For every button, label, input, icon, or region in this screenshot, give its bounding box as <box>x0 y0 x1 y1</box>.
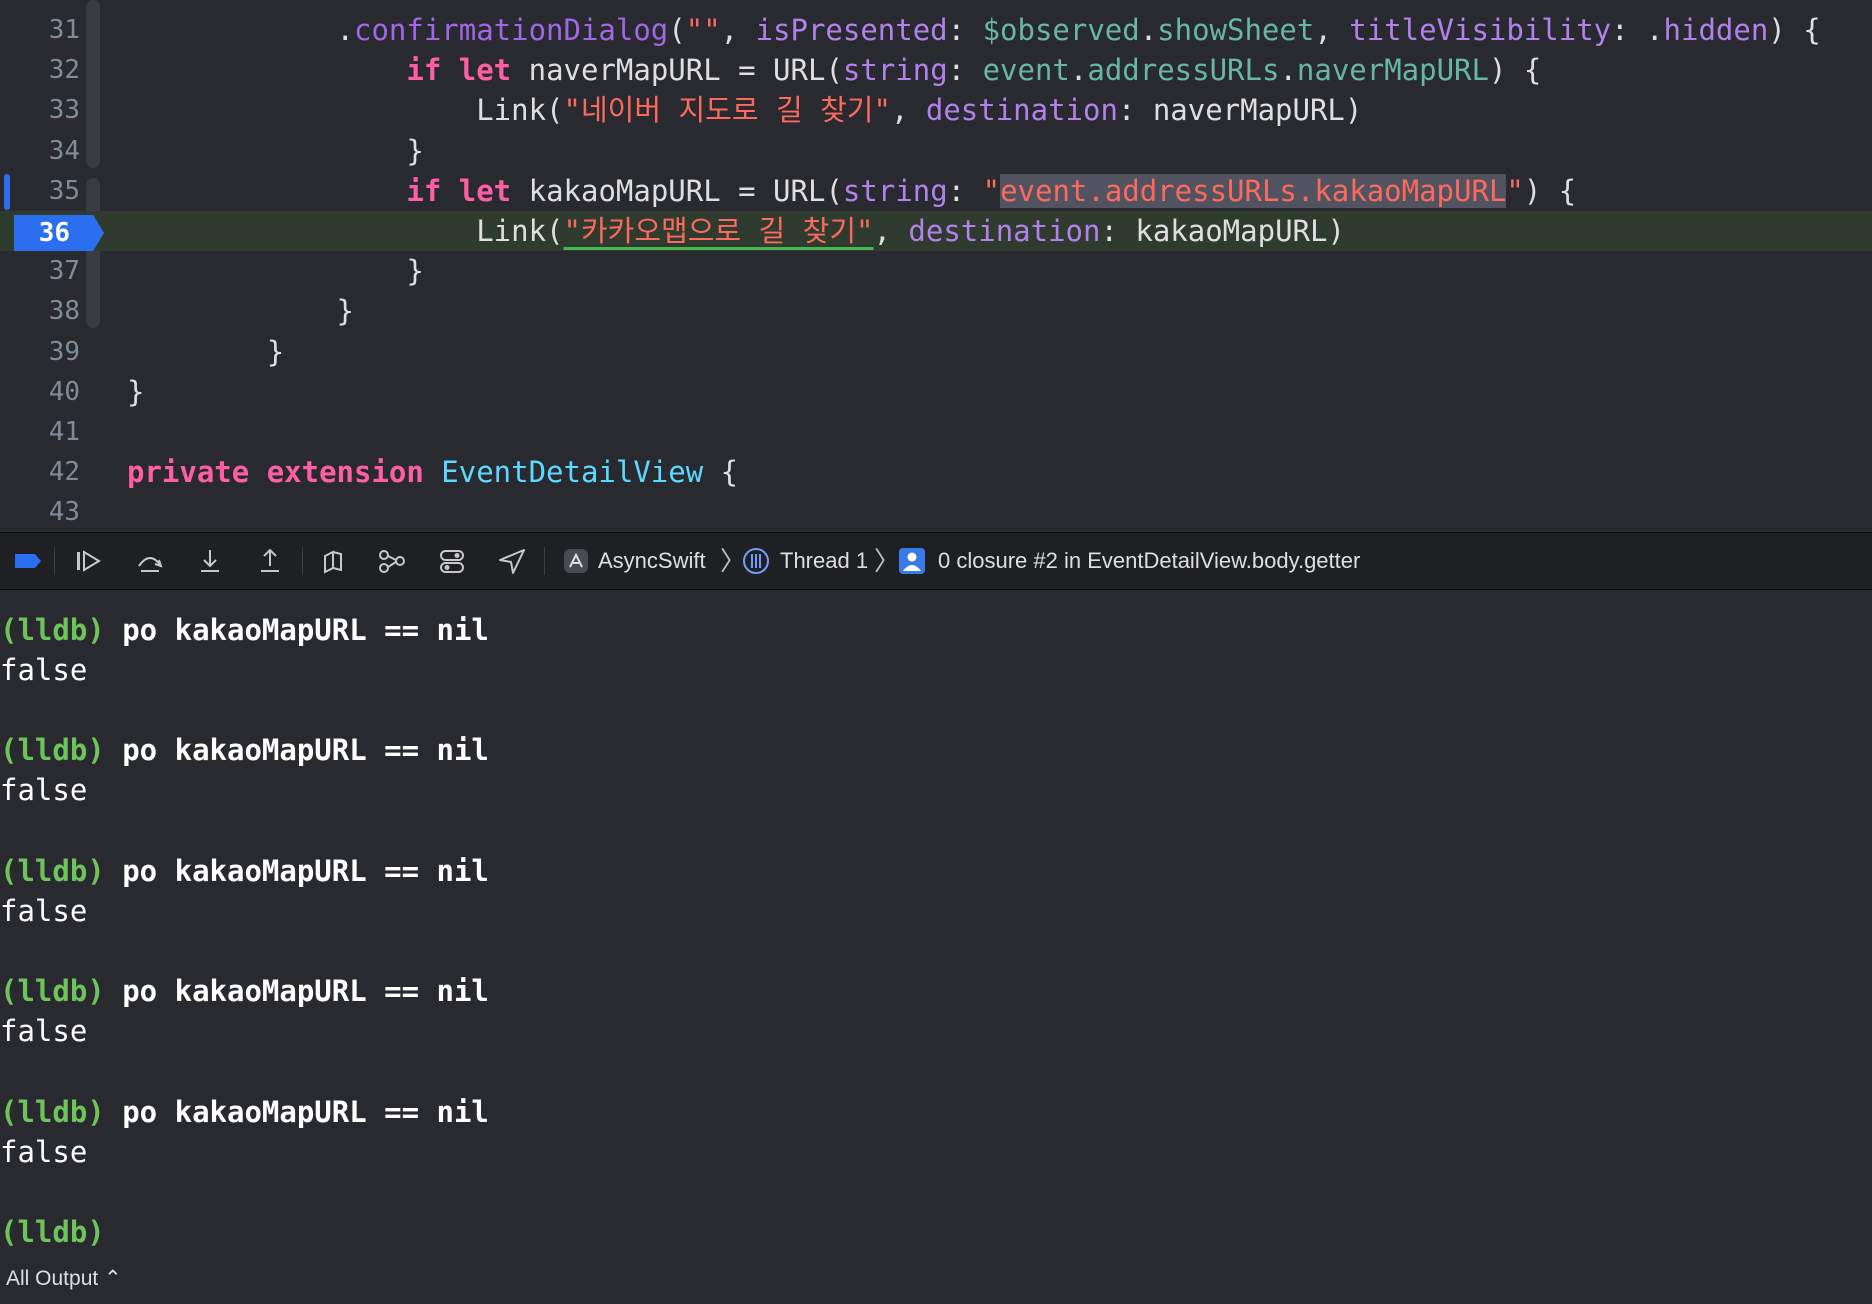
stack-frame-icon <box>898 547 926 575</box>
continue-icon[interactable] <box>72 545 104 577</box>
lldb-console[interactable]: (lldb) po kakaoMapURL == nil false (lldb) … <box>0 590 1872 1254</box>
code-text[interactable]: if let naverMapURL = URL(string: event.a… <box>127 50 1541 90</box>
chevron-right-icon: 〉 <box>874 546 901 576</box>
step-into-icon[interactable] <box>194 545 226 577</box>
app-target-icon <box>562 547 590 575</box>
line-number[interactable]: 34 <box>0 131 80 171</box>
simulate-location-icon[interactable] <box>496 545 528 577</box>
divider <box>544 547 545 575</box>
code-line[interactable]: 33 Link("네이버 지도로 길 찾기", destination: nav… <box>0 90 1872 130</box>
code-line[interactable]: 31 .confirmationDialog("", isPresented: … <box>0 10 1872 50</box>
console-output: false <box>0 893 88 928</box>
code-text[interactable]: private extension EventDetailView { <box>127 452 738 492</box>
console-command: (lldb) po kakaoMapURL == nil <box>0 1092 489 1132</box>
line-number[interactable]: 31 <box>0 10 80 50</box>
lldb-prompt: (lldb) <box>0 974 105 1009</box>
code-text[interactable]: Link("카카오맵으로 길 찾기", destination: kakaoMa… <box>127 211 1345 251</box>
code-line[interactable]: 39 } <box>0 332 1872 372</box>
divider <box>54 547 55 575</box>
code-line[interactable]: 42 private extension EventDetailView { <box>0 452 1872 492</box>
current-line-indicator[interactable]: 36 <box>14 215 104 251</box>
view-hierarchy-icon[interactable] <box>318 545 350 577</box>
line-number[interactable]: 39 <box>0 332 80 372</box>
code-text[interactable]: } <box>127 131 423 171</box>
command-text: po kakaoMapURL == nil <box>104 1094 489 1129</box>
line-number[interactable]: 43 <box>0 492 80 532</box>
lldb-prompt: (lldb) <box>0 733 105 768</box>
console-output: false <box>0 1014 88 1049</box>
divider <box>302 547 303 575</box>
code-line[interactable]: 32 if let naverMapURL = URL(string: even… <box>0 50 1872 90</box>
console-output: false <box>0 1134 88 1169</box>
code-text[interactable]: if let kakaoMapURL = URL(string: "event.… <box>127 171 1576 211</box>
thread-icon <box>742 547 770 575</box>
console-input-line[interactable]: (lldb) <box>0 1212 105 1252</box>
step-over-icon[interactable] <box>134 545 166 577</box>
console-command: (lldb) po kakaoMapURL == nil <box>0 730 489 770</box>
line-number[interactable]: 41 <box>0 412 80 452</box>
step-out-icon[interactable] <box>254 545 286 577</box>
code-text[interactable]: } <box>127 332 284 372</box>
line-number[interactable]: 35 <box>0 171 80 211</box>
debug-bar: AsyncSwift 〉 Thread 1 〉 0 closure #2 in … <box>0 532 1872 590</box>
command-text: po kakaoMapURL == nil <box>104 733 489 768</box>
code-line[interactable]: 43 <box>0 492 1872 532</box>
console-command: (lldb) po kakaoMapURL == nil <box>0 971 489 1011</box>
code-line[interactable]: 36 Link("카카오맵으로 길 찾기", destination: kaka… <box>0 211 1872 251</box>
lldb-prompt: (lldb) <box>0 613 105 647</box>
code-line[interactable]: 37 } <box>0 251 1872 291</box>
line-number[interactable]: 38 <box>0 291 80 331</box>
breadcrumb-target[interactable]: AsyncSwift <box>598 533 706 589</box>
console-output: false <box>0 773 88 808</box>
command-text: po kakaoMapURL == nil <box>104 853 489 888</box>
breadcrumb-thread[interactable]: Thread 1 <box>780 533 868 589</box>
code-text[interactable]: Link("네이버 지도로 길 찾기", destination: naverM… <box>127 90 1362 130</box>
line-number[interactable]: 37 <box>0 251 80 291</box>
code-text[interactable]: } <box>127 291 354 331</box>
console-command: (lldb) po kakaoMapURL == nil <box>0 610 489 650</box>
line-number[interactable]: 42 <box>0 452 80 492</box>
breadcrumb-frame[interactable]: 0 closure #2 in EventDetailView.body.get… <box>938 533 1360 589</box>
code-line[interactable]: 41 <box>0 412 1872 452</box>
line-number[interactable]: 32 <box>0 50 80 90</box>
line-number[interactable]: 33 <box>0 90 80 130</box>
memory-graph-icon[interactable] <box>376 545 408 577</box>
code-text[interactable]: } <box>127 251 423 291</box>
breakpoints-toggle-icon[interactable] <box>12 545 44 577</box>
code-text[interactable]: .confirmationDialog("", isPresented: $ob… <box>127 10 1821 50</box>
lldb-prompt: (lldb) <box>0 1094 105 1129</box>
source-editor[interactable]: 31 .confirmationDialog("", isPresented: … <box>0 0 1872 532</box>
environment-overrides-icon[interactable] <box>436 545 468 577</box>
code-line[interactable]: 35 if let kakaoMapURL = URL(string: "eve… <box>0 171 1872 211</box>
console-command: (lldb) po kakaoMapURL == nil <box>0 851 489 891</box>
command-text: po kakaoMapURL == nil <box>104 613 489 647</box>
command-text: po kakaoMapURL == nil <box>104 974 489 1009</box>
lldb-prompt: (lldb) <box>0 1215 105 1249</box>
console-footer: All Output ⌃ <box>0 1254 1872 1304</box>
code-line[interactable]: 34 } <box>0 131 1872 171</box>
code-line[interactable]: 40} <box>0 372 1872 412</box>
output-filter-select[interactable]: All Output ⌃ <box>6 1254 122 1304</box>
line-number[interactable]: 40 <box>0 372 80 412</box>
console-output: false <box>0 653 88 687</box>
lldb-prompt: (lldb) <box>0 853 105 888</box>
code-text[interactable]: } <box>127 372 144 412</box>
code-line[interactable]: 38 } <box>0 291 1872 331</box>
